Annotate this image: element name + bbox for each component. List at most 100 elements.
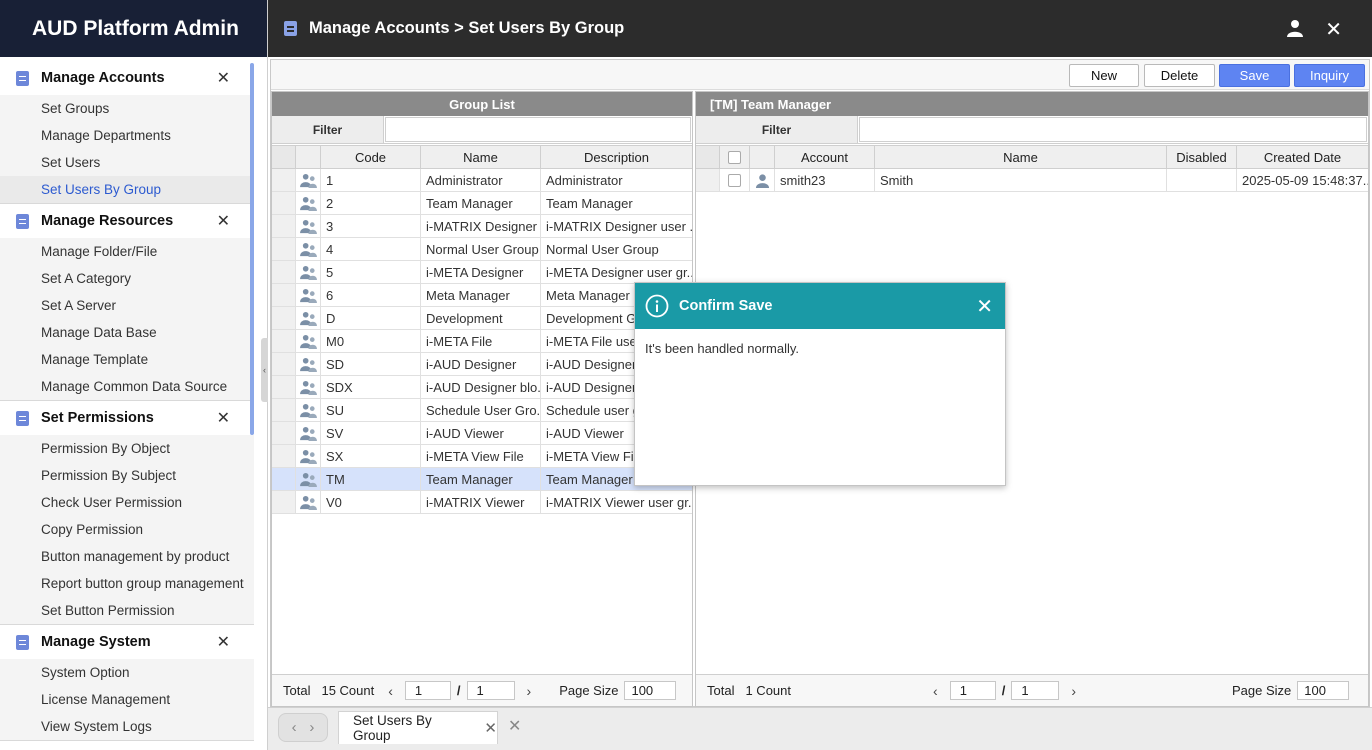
column-header-created-date[interactable]: Created Date xyxy=(1237,146,1368,168)
inquiry-button[interactable]: Inquiry xyxy=(1294,64,1365,87)
row-checkbox[interactable] xyxy=(728,173,741,187)
menu-group-header[interactable]: Manage System ✕ xyxy=(0,625,254,659)
select-all-checkbox[interactable] xyxy=(728,150,741,164)
table-row[interactable]: 6 Meta Manager Meta Manager xyxy=(272,284,692,307)
new-button[interactable]: New xyxy=(1069,64,1139,87)
group-icon xyxy=(299,449,317,464)
user-list-title: [TM] Team Manager xyxy=(696,92,1368,116)
table-row[interactable]: 5 i-META Designer i-META Designer user gr.… xyxy=(272,261,692,284)
sidebar-item-system-option[interactable]: System Option xyxy=(0,659,254,686)
chevron-left-icon[interactable]: ‹ xyxy=(388,683,393,699)
column-header-name[interactable]: Name xyxy=(421,146,541,168)
chevron-right-icon[interactable]: › xyxy=(309,719,314,736)
table-row[interactable]: V0 i-MATRIX Viewer i-MATRIX Viewer user gr… xyxy=(272,491,692,514)
chevron-right-icon[interactable]: › xyxy=(1071,683,1076,699)
sidebar-item-manage-data-base[interactable]: Manage Data Base xyxy=(0,319,254,346)
close-icon[interactable]: ✕ xyxy=(217,68,230,88)
tab-label: Set Users By Group xyxy=(353,713,432,743)
page-size-input[interactable]: 100 xyxy=(624,681,677,700)
name-cell: Normal User Group xyxy=(421,238,541,260)
page-input[interactable]: 1 xyxy=(404,681,451,700)
group-icon xyxy=(299,242,317,257)
menu-group-header[interactable]: Manage Resources ✕ xyxy=(0,204,254,238)
code-cell: V0 xyxy=(321,491,421,513)
sidebar-collapse-handle[interactable]: ‹ xyxy=(261,338,268,402)
sidebar-item-view-system-logs[interactable]: View System Logs xyxy=(0,713,254,740)
close-icon[interactable]: ✕ xyxy=(217,408,230,428)
table-row[interactable]: SX i-META View File i-META View File xyxy=(272,445,692,468)
sidebar-item-manage-common-data-source[interactable]: Manage Common Data Source xyxy=(0,373,254,400)
sidebar-item-manage-departments[interactable]: Manage Departments xyxy=(0,122,254,149)
chevron-right-icon[interactable]: › xyxy=(527,683,532,699)
column-header-code[interactable]: Code xyxy=(321,146,421,168)
close-icon[interactable]: ✕ xyxy=(217,211,230,231)
sidebar-item-button-management-by-product[interactable]: Button management by product xyxy=(0,543,254,570)
table-row[interactable]: SD i-AUD Designer i-AUD Designer... xyxy=(272,353,692,376)
group-filter-row: Filter xyxy=(272,116,692,144)
row-header-cell xyxy=(272,330,296,352)
user-icon[interactable] xyxy=(1286,19,1304,37)
column-header-name[interactable]: Name xyxy=(875,146,1167,168)
table-row[interactable]: M0 i-META File i-META File user... xyxy=(272,330,692,353)
sidebar-item-set-a-category[interactable]: Set A Category xyxy=(0,265,254,292)
close-all-tabs-icon[interactable]: ✕ xyxy=(508,716,521,736)
delete-button[interactable]: Delete xyxy=(1144,64,1215,87)
table-row[interactable]: D Development Development Gr... xyxy=(272,307,692,330)
table-row[interactable]: SV i-AUD Viewer i-AUD Viewer xyxy=(272,422,692,445)
sidebar-item-manage-template[interactable]: Manage Template xyxy=(0,346,254,373)
group-list-title: Group List xyxy=(272,92,692,116)
group-cell xyxy=(296,468,321,490)
chevron-left-icon[interactable]: ‹ xyxy=(292,719,297,736)
menu-group-header[interactable]: Set Permissions ✕ xyxy=(0,401,254,435)
column-header-account[interactable]: Account xyxy=(775,146,875,168)
sidebar-item-permission-by-subject[interactable]: Permission By Subject xyxy=(0,462,254,489)
code-cell: D xyxy=(321,307,421,329)
sidebar-item-set-users[interactable]: Set Users xyxy=(0,149,254,176)
column-header-disabled[interactable]: Disabled xyxy=(1167,146,1237,168)
sidebar-item-manage-folder-file[interactable]: Manage Folder/File xyxy=(0,238,254,265)
sidebar-item-set-users-by-group[interactable]: Set Users By Group xyxy=(0,176,254,203)
table-row[interactable]: SU Schedule User Gro... Schedule user g... xyxy=(272,399,692,422)
sidebar: AUD Platform Admin Manage Accounts ✕ Set… xyxy=(0,0,268,750)
table-row[interactable]: 2 Team Manager Team Manager xyxy=(272,192,692,215)
table-row[interactable]: TM Team Manager Team Manager G... xyxy=(272,468,692,491)
row-header-cell xyxy=(272,399,296,421)
total-label: Total xyxy=(283,683,311,698)
sidebar-item-set-button-permission[interactable]: Set Button Permission xyxy=(0,597,254,624)
sidebar-item-permission-by-object[interactable]: Permission By Object xyxy=(0,435,254,462)
sidebar-item-check-user-permission[interactable]: Check User Permission xyxy=(0,489,254,516)
description-cell: i-MATRIX Viewer user gr... xyxy=(546,494,692,510)
confirm-save-dialog: Confirm Save ✕ It's been handled normall… xyxy=(634,282,1006,486)
table-row[interactable]: 4 Normal User Group Normal User Group xyxy=(272,238,692,261)
user-filter-input[interactable] xyxy=(859,117,1367,142)
page-separator: / xyxy=(1001,683,1006,698)
menu-group-header[interactable]: Manage Accounts ✕ xyxy=(0,61,254,95)
close-icon[interactable]: ✕ xyxy=(217,632,230,652)
table-row[interactable]: 3 i-MATRIX Designer i-MATRIX Designer user… xyxy=(272,215,692,238)
close-icon[interactable]: ✕ xyxy=(1325,17,1342,42)
close-icon[interactable]: ✕ xyxy=(484,719,497,737)
tab-set-users-by-group[interactable]: Set Users By Group ✕ xyxy=(338,711,498,744)
sidebar-item-report-button-group-management[interactable]: Report button group management xyxy=(0,570,254,597)
table-row[interactable]: SDX i-AUD Designer blo... i-AUD Designer..… xyxy=(272,376,692,399)
sidebar-item-set-groups[interactable]: Set Groups xyxy=(0,95,254,122)
sidebar-item-set-a-server[interactable]: Set A Server xyxy=(0,292,254,319)
table-row[interactable]: smith23 Smith 2025-05-09 15:48:37... xyxy=(696,169,1368,192)
close-icon[interactable]: ✕ xyxy=(976,294,993,319)
name-cell: i-META View File xyxy=(421,445,541,467)
table-row[interactable]: 1 Administrator Administrator xyxy=(272,169,692,192)
total-count: 1 Count xyxy=(745,683,792,698)
save-button[interactable]: Save xyxy=(1219,64,1290,87)
chevron-left-icon[interactable]: ‹ xyxy=(933,683,938,699)
page-size-input[interactable]: 100 xyxy=(1297,681,1350,700)
name-cell: Meta Manager xyxy=(421,284,541,306)
sidebar-item-copy-permission[interactable]: Copy Permission xyxy=(0,516,254,543)
group-cell xyxy=(296,284,321,306)
group-filter-input[interactable] xyxy=(385,117,691,142)
sidebar-scrollbar[interactable] xyxy=(250,63,254,435)
page-input[interactable]: 1 xyxy=(949,681,996,700)
code-cell: SV xyxy=(321,422,421,444)
column-header-description[interactable]: Description xyxy=(541,146,692,168)
sidebar-item-license-management[interactable]: License Management xyxy=(0,686,254,713)
name-cell: i-META Designer xyxy=(421,261,541,283)
